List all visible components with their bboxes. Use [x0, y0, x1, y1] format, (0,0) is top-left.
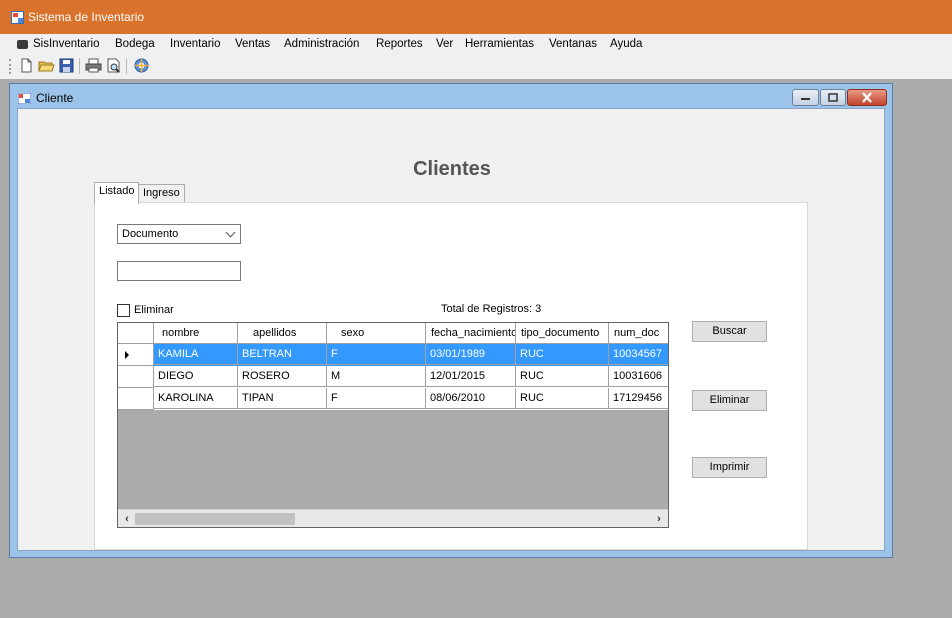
cell-nombre[interactable]: DIEGO [154, 366, 238, 387]
window-title: Cliente [36, 91, 74, 105]
cell-tipo-documento[interactable]: RUC [516, 388, 609, 409]
cell-apellidos[interactable]: BELTRAN [238, 344, 327, 365]
table-row[interactable]: KAROLINA TIPAN F 08/06/2010 RUC 17129456 [118, 388, 668, 410]
cell-fecha-nacimiento[interactable]: 12/01/2015 [426, 366, 516, 387]
menu-reportes[interactable]: Reportes [373, 37, 426, 51]
cell-nombre[interactable]: KAROLINA [154, 388, 238, 409]
cell-sexo[interactable]: M [327, 366, 426, 387]
toolbar-separator [126, 58, 127, 74]
save-icon[interactable] [58, 57, 75, 74]
column-header-sexo[interactable]: sexo [327, 323, 426, 344]
system-menu-icon[interactable] [17, 40, 28, 49]
cell-num-doc[interactable]: 10031606 [609, 366, 668, 387]
tab-page-listado: Documento Eliminar Total de Registros: 3… [94, 202, 808, 550]
cliente-window[interactable]: Cliente Clientes Listado Ingreso Documen… [9, 83, 893, 558]
total-records-label: Total de Registros: 3 [441, 303, 542, 315]
menu-ver[interactable]: Ver [433, 37, 456, 51]
scrollbar-thumb[interactable] [135, 513, 295, 525]
tab-ingreso[interactable]: Ingreso [138, 184, 185, 204]
cell-num-doc[interactable]: 10034567 [609, 344, 668, 365]
help-icon[interactable] [133, 57, 150, 74]
column-header-tipo-documento[interactable]: tipo_documento [516, 323, 609, 344]
cell-sexo[interactable]: F [327, 388, 426, 409]
chevron-down-icon [225, 227, 236, 238]
column-header-apellidos[interactable]: apellidos [238, 323, 327, 344]
cell-num-doc[interactable]: 17129456 [609, 388, 668, 409]
table-row[interactable]: KAMILA BELTRAN F 03/01/1989 RUC 10034567 [118, 344, 668, 366]
app-title: Sistema de Inventario [28, 10, 145, 24]
page-title: Clientes [413, 158, 491, 180]
document-type-select[interactable]: Documento [117, 224, 241, 244]
cell-fecha-nacimiento[interactable]: 08/06/2010 [426, 388, 516, 409]
cell-tipo-documento[interactable]: RUC [516, 366, 609, 387]
window-icon [17, 92, 32, 105]
cell-sexo[interactable]: F [327, 344, 426, 365]
scroll-right-icon[interactable]: › [652, 512, 666, 526]
row-header[interactable] [118, 388, 154, 410]
toolbar [0, 54, 952, 79]
grid-header-row: nombre apellidos sexo fecha_nacimiento t… [118, 323, 668, 344]
scroll-left-icon[interactable]: ‹ [120, 512, 134, 526]
close-button[interactable] [847, 89, 887, 106]
cell-apellidos[interactable]: TIPAN [238, 388, 327, 409]
eliminar-button[interactable]: Eliminar [692, 390, 767, 411]
column-header-nombre[interactable]: nombre [154, 323, 238, 344]
clientes-grid[interactable]: nombre apellidos sexo fecha_nacimiento t… [117, 322, 669, 528]
row-header[interactable] [118, 344, 154, 366]
select-value: Documento [122, 228, 179, 240]
row-header[interactable] [118, 366, 154, 388]
app-icon [11, 11, 24, 24]
menu-bar: SisInventario Bodega Inventario Ventas A… [0, 34, 952, 54]
cell-nombre[interactable]: KAMILA [154, 344, 238, 365]
tab-listado[interactable]: Listado [94, 182, 140, 204]
column-header-fecha-nacimiento[interactable]: fecha_nacimiento [426, 323, 516, 344]
horizontal-scrollbar[interactable]: ‹ › [118, 509, 668, 527]
menu-bodega[interactable]: Bodega [112, 37, 158, 51]
toolbar-separator [79, 58, 80, 74]
table-row[interactable]: DIEGO ROSERO M 12/01/2015 RUC 10031606 [118, 366, 668, 388]
eliminar-checkbox-label: Eliminar [134, 304, 174, 316]
new-icon[interactable] [18, 57, 35, 74]
menu-ayuda[interactable]: Ayuda [607, 37, 645, 51]
menu-administracion[interactable]: Administración [281, 37, 362, 51]
buscar-button[interactable]: Buscar [692, 321, 767, 342]
row-header-corner [118, 323, 154, 344]
cell-apellidos[interactable]: ROSERO [238, 366, 327, 387]
search-input[interactable] [117, 261, 241, 281]
menu-inventario[interactable]: Inventario [167, 37, 224, 51]
window-client-area: Clientes Listado Ingreso Documento Elimi… [17, 108, 885, 551]
cell-fecha-nacimiento[interactable]: 03/01/1989 [426, 344, 516, 365]
restore-button[interactable] [820, 89, 846, 106]
minimize-button[interactable] [792, 89, 819, 106]
cell-tipo-documento[interactable]: RUC [516, 344, 609, 365]
eliminar-checkbox[interactable] [117, 304, 130, 317]
toolbar-grip[interactable] [9, 59, 11, 74]
column-header-num-doc[interactable]: num_doc [609, 323, 668, 344]
print-preview-icon[interactable] [105, 57, 122, 74]
current-row-icon [125, 351, 129, 359]
menu-ventanas[interactable]: Ventanas [546, 37, 600, 51]
menu-herramientas[interactable]: Herramientas [462, 37, 537, 51]
open-icon[interactable] [38, 57, 55, 74]
print-icon[interactable] [85, 57, 102, 74]
app-title-bar[interactable]: Sistema de Inventario [0, 0, 952, 34]
menu-sisinventario[interactable]: SisInventario [30, 37, 102, 51]
imprimir-button[interactable]: Imprimir [692, 457, 767, 478]
menu-ventas[interactable]: Ventas [232, 37, 273, 51]
